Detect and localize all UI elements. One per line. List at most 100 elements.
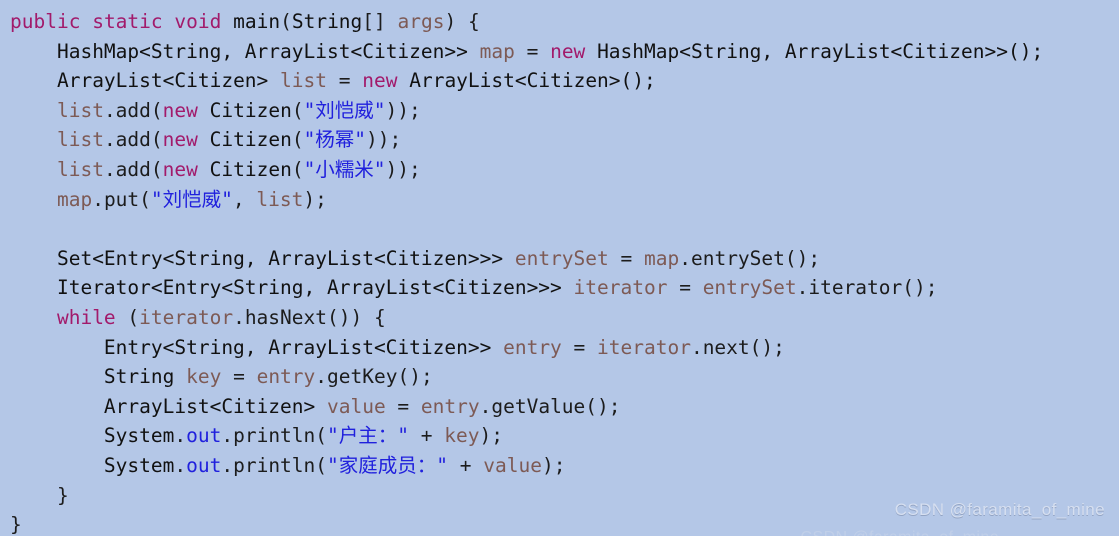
- code-token: ) {: [444, 10, 480, 33]
- code-line: System.out.println("户主：" + key);: [0, 421, 1119, 451]
- code-line: String key = entry.getKey();: [0, 362, 1119, 392]
- code-token: map: [644, 246, 680, 270]
- code-token: list: [56, 128, 104, 152]
- code-token: static: [92, 10, 163, 33]
- code-screenshot: public static void main(String[] args) {…: [0, 0, 1119, 536]
- code-token: list: [56, 98, 104, 122]
- code-token: =: [608, 246, 644, 270]
- code-token: (: [115, 305, 140, 329]
- code-token: .add(: [103, 128, 163, 152]
- code-token: map: [479, 39, 515, 63]
- code-token: args: [397, 10, 445, 33]
- csdn-watermark-secondary: CSDN @faramita_of_mine: [801, 529, 999, 536]
- code-token: );: [303, 187, 327, 211]
- code-token: new: [550, 39, 586, 63]
- code-token: entry: [420, 394, 480, 418]
- code-token: public: [10, 10, 81, 33]
- code-token: ,: [232, 187, 257, 211]
- code-token: out: [186, 453, 222, 477]
- code-token: Citizen: [209, 128, 292, 152]
- code-token: Iterator<Entry<String, ArrayList<Citizen…: [56, 276, 574, 300]
- code-token: "刘恺威": [150, 187, 233, 211]
- code-token: iterator: [139, 305, 234, 329]
- code-token: key: [186, 365, 222, 389]
- code-token: new: [162, 98, 198, 122]
- code-token: (: [280, 10, 292, 33]
- code-token: ArrayList<Citizen>: [56, 69, 281, 93]
- code-token: Entry<String, ArrayList<Citizen>>: [103, 335, 504, 359]
- code-token: .add(: [103, 157, 163, 181]
- java-code-block[interactable]: public static void main(String[] args) {…: [0, 0, 1119, 536]
- code-token: void: [174, 10, 222, 33]
- code-line: Entry<String, ArrayList<Citizen>> entry …: [0, 333, 1119, 363]
- code-line: HashMap<String, ArrayList<Citizen>> map …: [0, 37, 1119, 67]
- code-token: .next();: [690, 335, 785, 359]
- code-token: HashMap<String, ArrayList<Citizen>>();: [597, 39, 1044, 63]
- code-line: ArrayList<Citizen> list = new ArrayList<…: [0, 66, 1119, 96]
- code-token: String: [291, 10, 363, 33]
- code-token: ArrayList<Citizen>();: [409, 69, 656, 93]
- code-token: new: [162, 128, 198, 152]
- code-token: value: [483, 453, 542, 477]
- code-line: System.out.println("家庭成员：" + value);: [0, 451, 1119, 481]
- code-line: Iterator<Entry<String, ArrayList<Citizen…: [0, 273, 1119, 303]
- code-token: ));: [385, 98, 421, 122]
- code-token: .println(: [221, 424, 328, 448]
- code-token: list: [256, 187, 304, 211]
- code-token: System: [103, 424, 175, 448]
- code-token: .getValue();: [479, 394, 621, 418]
- code-token: list: [280, 69, 327, 93]
- code-token: ));: [366, 128, 402, 152]
- code-token: "户主：": [327, 424, 410, 448]
- code-token: =: [221, 365, 257, 389]
- code-token: value: [326, 394, 386, 418]
- code-line: Set<Entry<String, ArrayList<Citizen>>> e…: [0, 244, 1119, 274]
- code-token: (: [291, 128, 304, 152]
- code-line: ArrayList<Citizen> value = entry.getValu…: [0, 392, 1119, 422]
- code-token: iterator: [597, 335, 691, 359]
- code-token: );: [479, 424, 503, 448]
- code-token: ArrayList<Citizen>: [103, 394, 327, 418]
- code-token: +: [409, 424, 445, 448]
- code-token: =: [385, 394, 421, 418]
- code-token: main: [233, 10, 281, 33]
- code-token: (: [291, 98, 304, 122]
- code-token: .getKey();: [315, 365, 433, 389]
- code-token: =: [561, 335, 598, 359]
- code-token: entrySet: [514, 246, 609, 270]
- code-line: list.add(new Citizen("杨幂"));: [0, 125, 1119, 155]
- code-token: entry: [503, 335, 562, 359]
- code-token: while: [56, 305, 116, 329]
- code-token: =: [667, 276, 703, 300]
- code-token: String: [103, 365, 187, 389]
- code-token: =: [327, 69, 363, 93]
- code-token: .: [174, 424, 187, 448]
- code-token: list: [56, 157, 104, 181]
- code-token: System: [103, 453, 175, 477]
- code-token: ));: [385, 157, 421, 181]
- code-token: .put(: [92, 187, 151, 211]
- code-token: "刘恺威": [303, 98, 386, 122]
- csdn-watermark: CSDN @faramita_of_mine: [894, 500, 1105, 519]
- code-line: list.add(new Citizen("小糯米"));: [0, 155, 1119, 185]
- code-token: HashMap<String, ArrayList<Citizen>>: [56, 39, 480, 63]
- code-token: out: [186, 424, 222, 448]
- code-token: Citizen: [209, 98, 292, 122]
- code-token: iterator: [573, 276, 668, 300]
- code-token: entrySet: [702, 276, 797, 300]
